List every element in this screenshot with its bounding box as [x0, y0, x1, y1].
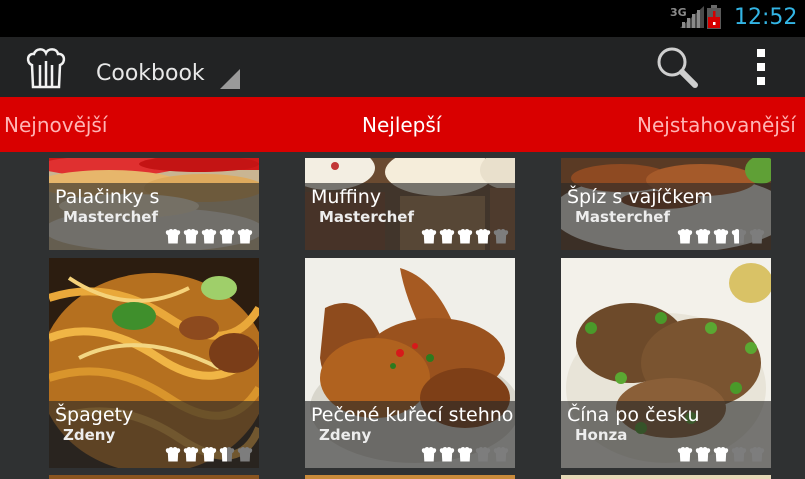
spinner-arrow-icon[interactable] [220, 69, 240, 89]
recipe-rating [421, 446, 509, 463]
signal-icon [680, 6, 704, 28]
recipe-card[interactable]: Palačinky s Masterchef [49, 158, 259, 250]
recipe-author: Masterchef [63, 208, 158, 226]
recipe-author: Zdeny [63, 426, 116, 444]
full-chef-hat-icon [165, 228, 181, 244]
recipe-rating [421, 228, 509, 245]
full-chef-hat-icon [201, 228, 217, 244]
recipe-author: Honza [575, 426, 628, 444]
full-chef-hat-icon [457, 228, 473, 244]
full-chef-hat-icon [439, 446, 455, 462]
recipe-card[interactable]: Špagety Zdeny [49, 258, 259, 468]
recipe-card-partial[interactable] [49, 475, 259, 479]
app-screen: 3G 12:52 Cookbook Nejnovější Nejlepší Ne… [0, 0, 805, 479]
full-chef-hat-icon [695, 446, 711, 462]
full-chef-hat-icon [677, 228, 693, 244]
full-chef-hat-icon [439, 228, 455, 244]
empty-chef-hat-icon [749, 446, 765, 462]
full-chef-hat-icon [183, 446, 199, 462]
recipe-author: Masterchef [575, 208, 670, 226]
full-chef-hat-icon [475, 228, 491, 244]
battery-alert-icon [707, 5, 721, 29]
full-chef-hat-icon [713, 446, 729, 462]
full-chef-hat-icon [183, 228, 199, 244]
clock: 12:52 [734, 5, 798, 30]
full-chef-hat-icon [201, 446, 217, 462]
full-chef-hat-icon [421, 228, 437, 244]
full-chef-hat-icon [421, 446, 437, 462]
recipe-card[interactable]: Pečené kuřecí stehno Zdeny [305, 258, 515, 468]
tab-strip: Nejnovější Nejlepší Nejstahovanější [0, 97, 805, 152]
full-chef-hat-icon [457, 446, 473, 462]
full-chef-hat-icon [695, 228, 711, 244]
empty-chef-hat-icon [475, 446, 491, 462]
action-bar: Cookbook [0, 37, 805, 97]
tab-most-downloaded[interactable]: Nejstahovanější [637, 113, 796, 137]
recipe-name: Muffiny [311, 186, 382, 208]
full-chef-hat-icon [165, 446, 181, 462]
recipe-card[interactable]: Muffiny Masterchef [305, 158, 515, 250]
status-bar: 3G 12:52 [0, 0, 805, 37]
recipe-card[interactable]: Čína po česku Honza [561, 258, 771, 468]
recipe-rating [677, 228, 765, 245]
empty-chef-hat-icon [731, 446, 747, 462]
search-icon[interactable] [655, 45, 699, 89]
half-chef-hat-icon [219, 446, 235, 462]
recipe-name: Špagety [55, 404, 134, 426]
recipe-rating [677, 446, 765, 463]
recipe-grid: Palačinky s Masterchef Muffiny Masterche… [0, 152, 805, 479]
full-chef-hat-icon [677, 446, 693, 462]
recipe-name: Špíz s vajíčkem [567, 186, 713, 208]
recipe-card-partial[interactable] [305, 475, 515, 479]
app-title-spinner[interactable]: Cookbook [96, 61, 205, 86]
recipe-rating [165, 228, 253, 245]
recipe-card[interactable]: Špíz s vajíčkem Masterchef [561, 158, 771, 250]
tab-newest[interactable]: Nejnovější [4, 113, 107, 137]
recipe-name: Pečené kuřecí stehno [311, 404, 514, 426]
chef-hat-icon[interactable] [26, 47, 66, 89]
recipe-author: Zdeny [319, 426, 372, 444]
full-chef-hat-icon [237, 228, 253, 244]
recipe-card-partial[interactable] [561, 475, 771, 479]
recipe-name: Čína po česku [567, 404, 700, 426]
recipe-rating [165, 446, 253, 463]
tab-best[interactable]: Nejlepší [362, 113, 441, 137]
empty-chef-hat-icon [493, 228, 509, 244]
empty-chef-hat-icon [237, 446, 253, 462]
empty-chef-hat-icon [493, 446, 509, 462]
half-chef-hat-icon [731, 228, 747, 244]
recipe-author: Masterchef [319, 208, 414, 226]
full-chef-hat-icon [713, 228, 729, 244]
more-vert-icon[interactable] [752, 49, 770, 85]
recipe-name: Palačinky s [55, 186, 160, 208]
empty-chef-hat-icon [749, 228, 765, 244]
full-chef-hat-icon [219, 228, 235, 244]
